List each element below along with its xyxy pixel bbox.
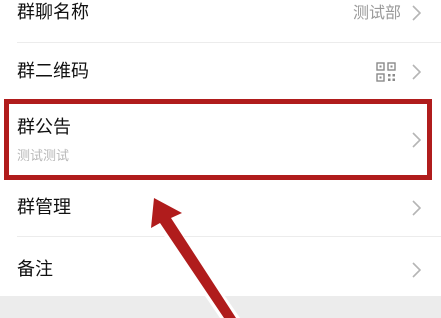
chevron-right-icon	[412, 132, 421, 148]
group-settings-screen: 群聊名称 测试部 群二维码 群公告 测试测试 群管理 备注	[0, 0, 441, 318]
group-qr-row[interactable]: 群二维码	[0, 43, 441, 98]
group-qr-label: 群二维码	[17, 61, 89, 82]
group-management-label: 群管理	[17, 197, 71, 218]
remark-row[interactable]: 备注	[0, 237, 441, 295]
group-name-row[interactable]: 群聊名称 测试部	[0, 0, 441, 34]
chevron-right-icon	[412, 200, 421, 216]
group-announcement-preview: 测试测试	[17, 149, 70, 164]
qr-code-icon	[376, 62, 396, 82]
remark-label: 备注	[17, 259, 53, 280]
group-name-label: 群聊名称	[17, 2, 89, 23]
section-separator	[0, 296, 441, 318]
group-management-row[interactable]: 群管理	[0, 181, 441, 236]
chevron-right-icon	[412, 262, 421, 278]
group-announcement-label: 群公告	[17, 117, 71, 138]
chevron-right-icon	[412, 64, 421, 80]
group-announcement-row[interactable]: 群公告 测试测试	[0, 99, 441, 180]
group-name-value: 测试部	[352, 3, 401, 22]
chevron-right-icon	[412, 5, 421, 21]
